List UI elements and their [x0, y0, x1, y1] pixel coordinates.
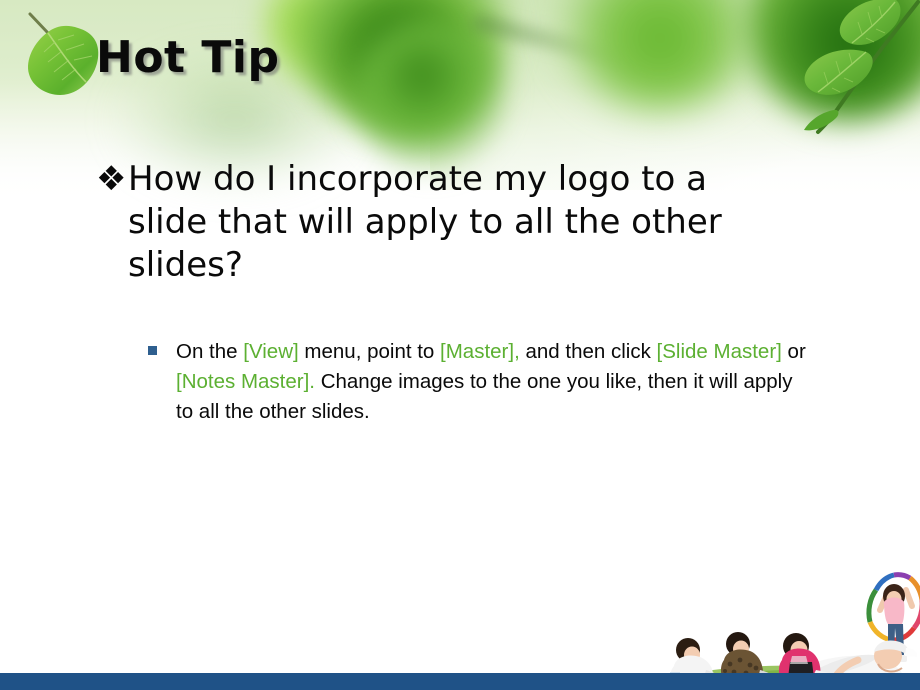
answer-plain-text: and then click — [519, 340, 657, 363]
family-on-grass-photo — [662, 572, 920, 690]
question-block: ❖ How do I incorporate my logo to a slid… — [96, 158, 786, 287]
diamond-bullet-icon: ❖ — [96, 159, 127, 199]
answer-plain-text: or — [781, 340, 806, 363]
answer-text: On the [View] menu, point to [Master], a… — [176, 337, 808, 427]
answer-highlight-term: [View] — [243, 340, 299, 363]
square-bullet-icon — [148, 337, 176, 355]
answer-highlight-term: [Notes Master]. — [176, 370, 315, 393]
answer-plain-text: menu, point to — [298, 340, 441, 363]
branch-leaves-icon — [804, 0, 920, 134]
slide: Hot Tip ❖ How do I incorporate my logo t… — [0, 0, 920, 690]
footer-bar — [0, 673, 920, 690]
question-text: How do I incorporate my logo to a slide … — [128, 159, 722, 285]
answer-highlight-term: [Master], — [440, 340, 520, 363]
answer-plain-text: On the — [176, 340, 244, 363]
answer-block: On the [View] menu, point to [Master], a… — [148, 337, 808, 427]
page-title: Hot Tip — [96, 32, 280, 83]
answer-highlight-term: [Slide Master] — [656, 340, 782, 363]
